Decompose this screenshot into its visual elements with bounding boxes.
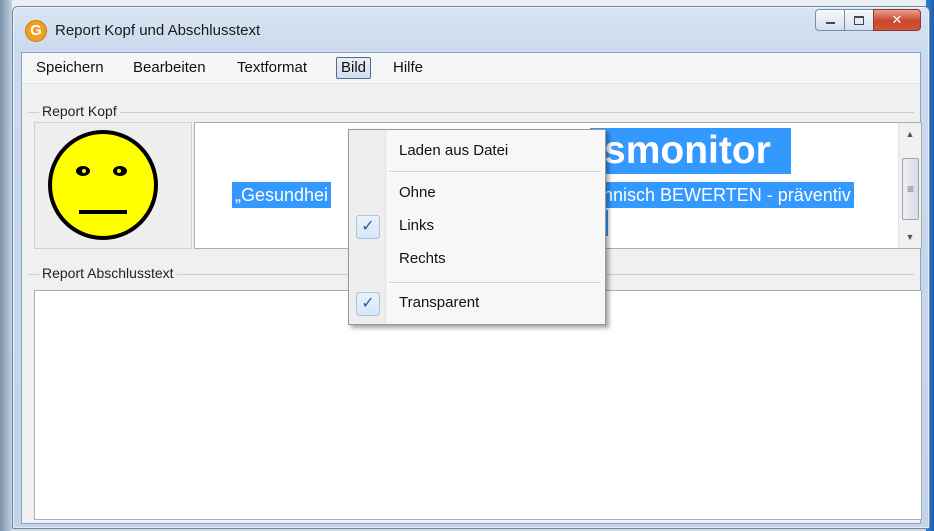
menu-bearbeiten[interactable]: Bearbeiten <box>128 58 211 78</box>
menu-separator <box>389 171 601 173</box>
desktop-background-left <box>0 0 12 531</box>
scroll-down-icon[interactable]: ▼ <box>899 228 921 246</box>
report-window: G Report Kopf und Abschlusstext ✕ Speich… <box>12 6 930 529</box>
menu-separator <box>389 282 601 284</box>
selected-subtitle-left: „Gesundhei <box>232 182 332 208</box>
report-abschluss-label: Report Abschlusstext <box>39 265 177 281</box>
checkmark-icon: ✓ <box>356 215 380 239</box>
app-logo-icon: G <box>25 20 47 42</box>
selected-headline-text: smonitor <box>590 128 791 174</box>
scroll-thumb[interactable]: ≡ <box>902 158 919 220</box>
maximize-button[interactable] <box>844 9 874 31</box>
menu-hilfe[interactable]: Hilfe <box>388 58 428 78</box>
menu-textformat[interactable]: Textformat <box>232 58 312 78</box>
report-kopf-image[interactable] <box>34 122 192 249</box>
menu-speichern[interactable]: Speichern <box>31 58 109 78</box>
client-area: Speichern Bearbeiten Textformat Bild Hil… <box>21 52 922 524</box>
report-kopf-label: Report Kopf <box>39 103 120 119</box>
report-kopf-frame-line <box>28 112 914 113</box>
menu-item-rechts[interactable]: Rechts <box>349 245 605 273</box>
window-controls: ✕ <box>815 9 921 31</box>
menu-item-transparent[interactable]: ✓ Transparent <box>349 289 605 317</box>
menu-item-links[interactable]: ✓ Links <box>349 212 605 240</box>
menu-item-ohne[interactable]: Ohne <box>349 179 605 207</box>
selected-subtitle-right: ännisch BEWERTEN - präventiv <box>590 182 854 208</box>
close-icon: ✕ <box>891 12 903 27</box>
menu-item-label: Rechts <box>399 250 446 267</box>
checkmark-icon: ✓ <box>356 292 380 316</box>
maximize-icon <box>854 15 864 25</box>
menu-bild[interactable]: Bild <box>336 57 372 79</box>
menu-item-label: Ohne <box>399 184 436 201</box>
neutral-smiley-icon <box>48 130 158 240</box>
close-button[interactable]: ✕ <box>873 9 921 31</box>
vertical-scrollbar[interactable]: ▲ ≡ ▼ <box>898 123 921 248</box>
window-title: Report Kopf und Abschlusstext <box>55 22 261 39</box>
minimize-icon <box>825 22 835 24</box>
menu-item-label: Links <box>399 217 435 234</box>
menu-bar: Speichern Bearbeiten Textformat Bild Hil… <box>22 53 920 84</box>
menu-item-laden-aus-datei[interactable]: Laden aus Datei <box>349 137 605 165</box>
bild-dropdown-menu: Laden aus Datei Ohne ✓ Links Rechts ✓ Tr… <box>348 129 606 325</box>
menu-item-label: Laden aus Datei <box>399 142 509 159</box>
title-bar[interactable]: G Report Kopf und Abschlusstext ✕ <box>13 7 929 51</box>
scroll-up-icon[interactable]: ▲ <box>899 125 921 143</box>
menu-item-label: Transparent <box>399 294 480 311</box>
minimize-button[interactable] <box>815 9 845 31</box>
